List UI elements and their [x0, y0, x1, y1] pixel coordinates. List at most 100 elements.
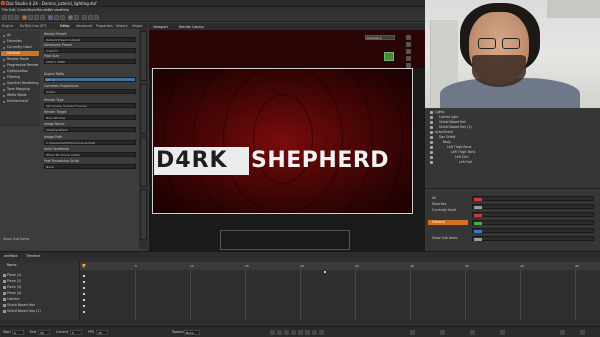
render-icon[interactable] [68, 14, 73, 20]
frame-icon[interactable] [406, 56, 411, 61]
aspect-ratio-field[interactable]: 16 : 9 [44, 77, 136, 82]
play-icon[interactable] [291, 329, 296, 335]
color-swatch[interactable] [474, 221, 482, 225]
playhead-marker[interactable] [82, 264, 86, 268]
image-name-field[interactable]: ShepherdDark [44, 127, 136, 132]
paste-key-icon[interactable] [500, 329, 505, 335]
keyframe[interactable] [324, 271, 326, 273]
spot-render-icon[interactable] [82, 14, 87, 20]
skip-start-icon[interactable] [270, 329, 275, 335]
select-tool-icon[interactable] [22, 14, 27, 20]
menu-help[interactable]: Help [61, 8, 69, 12]
category-filtering[interactable]: Filtering [1, 75, 39, 80]
tab-properties[interactable]: Properties [96, 24, 113, 28]
tab-history[interactable]: History [116, 24, 128, 28]
category-favorites[interactable]: Favorites [1, 39, 39, 44]
timeline-row[interactable]: Plane (2) [3, 279, 79, 284]
category-currently-used[interactable]: Currently Used [1, 45, 39, 50]
keyframe[interactable] [83, 299, 85, 301]
camera-icon[interactable] [94, 14, 99, 20]
tab-render-library[interactable]: Render Library [179, 25, 204, 29]
rotate-tool-icon[interactable] [34, 14, 39, 20]
skip-end-icon[interactable] [312, 329, 317, 335]
timeline-ruler[interactable]: 0 5 10 15 20 25 30 35 40 45 [80, 262, 600, 270]
menu-create[interactable]: Create [17, 8, 29, 12]
menu-file[interactable]: File [2, 8, 8, 12]
scene-item[interactable]: Shield Based Hair (2) [430, 125, 595, 130]
scene-item[interactable]: Body [430, 140, 595, 145]
category-white-mode[interactable]: White Mode [1, 93, 39, 98]
new-icon[interactable] [2, 14, 7, 20]
start-field[interactable]: 0 [12, 329, 24, 335]
pixel-size-field[interactable]: 1920 x 1080 [44, 59, 136, 64]
scene-item[interactable]: Lateral Light [430, 115, 595, 120]
side-tab-2[interactable] [140, 84, 147, 134]
scene-item[interactable]: Left Thigh Bend [430, 145, 595, 150]
tab-animate[interactable]: aniMate [4, 254, 18, 258]
prev-frame-icon[interactable] [277, 329, 282, 335]
post-script-field[interactable]: None [44, 164, 136, 169]
surface-swatch-row[interactable] [472, 236, 594, 241]
tab-timeline[interactable]: Timeline [26, 254, 40, 258]
keyframe[interactable] [83, 311, 85, 313]
surface-category-all[interactable]: All [428, 196, 468, 201]
add-key-icon[interactable] [410, 329, 415, 335]
keyframe[interactable] [83, 305, 85, 307]
light-icon[interactable] [88, 14, 93, 20]
scene-item[interactable]: Daz Shield [430, 135, 595, 140]
orbit-icon[interactable] [406, 35, 411, 40]
next-key-icon[interactable] [298, 329, 303, 335]
render-target-field[interactable]: New Window [44, 115, 136, 120]
scene-item[interactable]: Shield Based Hair [430, 120, 595, 125]
color-swatch[interactable] [474, 237, 482, 241]
surface-swatch-row[interactable] [472, 220, 594, 225]
current-field[interactable]: 0 [70, 329, 82, 335]
render-preset-field[interactable]: Default Preset (Global) [44, 37, 136, 42]
category-optimization[interactable]: Optimization [1, 69, 39, 74]
category-spectral-rendering[interactable]: Spectral Rendering [1, 81, 39, 86]
end-field[interactable]: 30 [38, 329, 50, 335]
zoom-out-icon[interactable] [580, 329, 585, 335]
image-path-field[interactable]: C:/Users/Daz3D/Documents/DAZ [44, 140, 136, 145]
node-weight-icon[interactable] [54, 14, 59, 20]
keyframe[interactable] [83, 293, 85, 295]
tab-viewport[interactable]: Viewport [153, 25, 168, 29]
timeline-row[interactable]: Shield Based Hair (2) [3, 309, 79, 314]
timeline-row[interactable]: Plane (3) [3, 285, 79, 290]
timeline-row[interactable]: Shield Based Hair [3, 303, 79, 308]
color-swatch[interactable] [474, 205, 482, 209]
show-sub-items-checkbox[interactable]: Show Sub Items [3, 237, 30, 241]
menu-window[interactable]: Window [48, 8, 62, 12]
camera-dropdown[interactable]: Camera 1 [365, 35, 395, 40]
scene-item[interactable]: Lights [430, 110, 595, 115]
menu-edit[interactable]: Edit [9, 8, 16, 12]
surface-category-general[interactable]: General [428, 220, 468, 225]
scale-tool-icon[interactable] [40, 14, 45, 20]
remove-key-icon[interactable] [440, 329, 445, 335]
surface-category-favorites[interactable]: Favorites [428, 202, 468, 207]
color-swatch[interactable] [474, 197, 482, 201]
keyframe[interactable] [83, 275, 85, 277]
timeline-row[interactable]: Plane (4) [3, 291, 79, 296]
side-tab-3[interactable] [140, 137, 147, 187]
universal-tool-icon[interactable] [48, 14, 53, 20]
side-tab-1[interactable] [140, 31, 147, 81]
tab-editor[interactable]: Editor [60, 24, 70, 28]
next-frame-icon[interactable] [305, 329, 310, 335]
surface-swatch-row[interactable] [472, 196, 594, 201]
save-icon[interactable] [14, 14, 19, 20]
surface-swatch-row[interactable] [472, 204, 594, 209]
surface-category-currently-used[interactable]: Currently Used [428, 208, 468, 213]
open-icon[interactable] [8, 14, 13, 20]
tab-nvidia-iray[interactable]: NVIDIA Iray (RT) [20, 24, 47, 28]
timeline-row[interactable]: Plane (1) [3, 273, 79, 278]
category-general[interactable]: General [1, 51, 39, 56]
scene-item[interactable]: Left Thigh Twist [430, 150, 595, 155]
color-swatch[interactable] [474, 213, 482, 217]
render-type-field[interactable]: Still Image (Current Frame) [44, 103, 136, 108]
fps-field[interactable]: 30 [96, 329, 108, 335]
tab-shape[interactable]: Shape [132, 24, 142, 28]
zoom-in-icon[interactable] [560, 329, 565, 335]
loop-icon[interactable] [319, 329, 324, 335]
aux-viewport-button[interactable] [384, 52, 394, 61]
